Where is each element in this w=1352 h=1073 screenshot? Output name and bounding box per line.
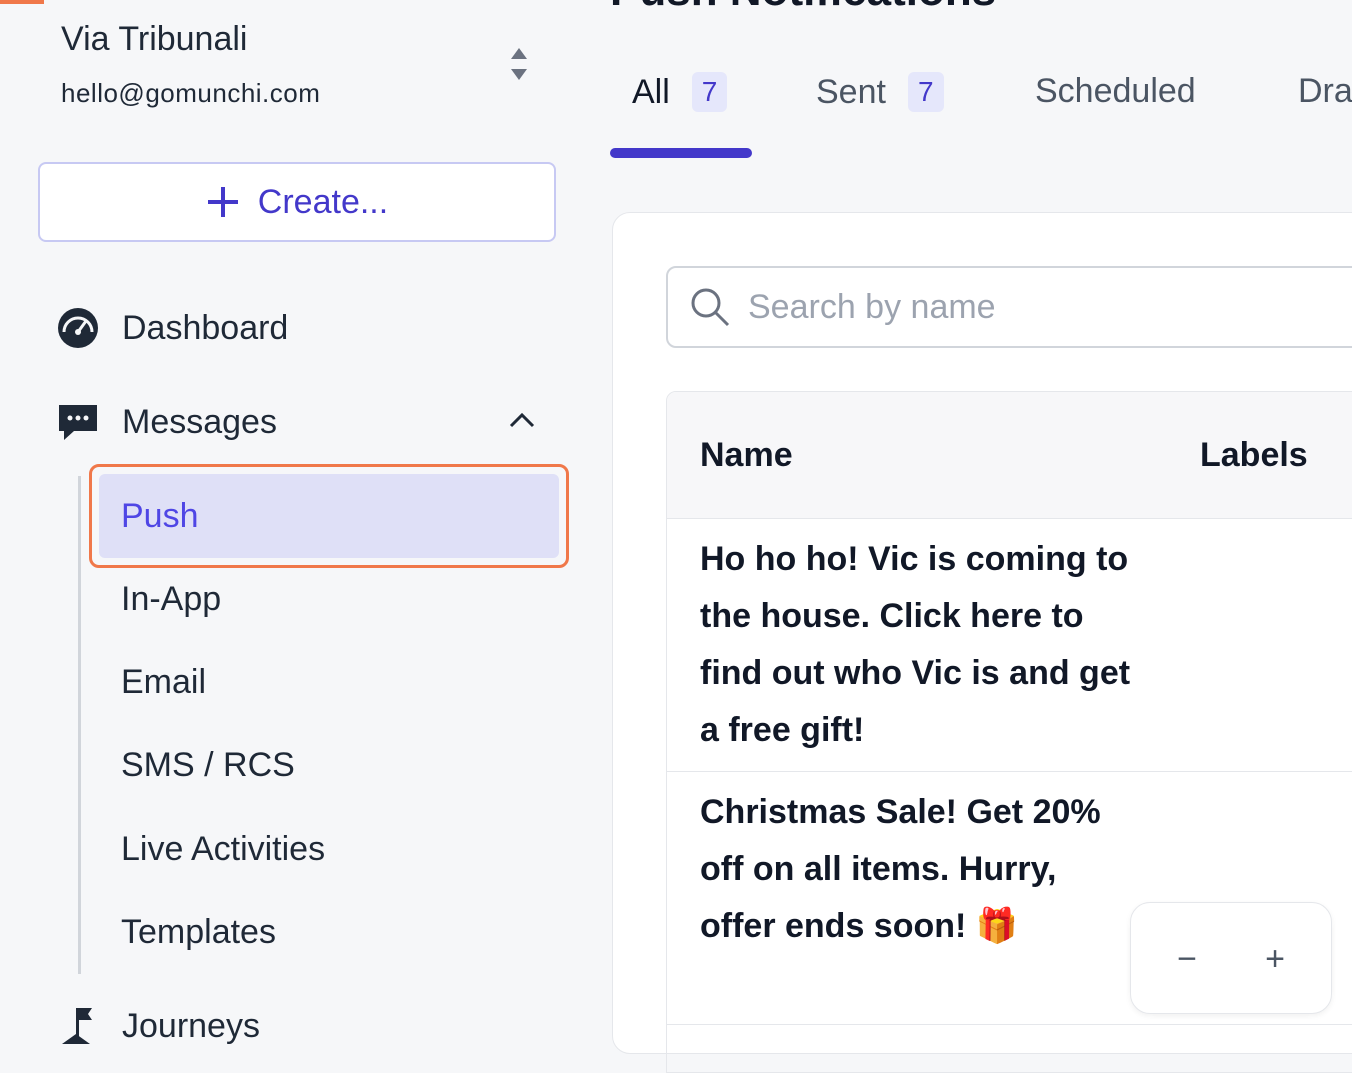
dashboard-gauge-icon <box>58 308 98 348</box>
org-name[interactable]: Via Tribunali <box>61 20 248 59</box>
tab-all[interactable]: All 7 <box>632 72 728 112</box>
chevron-up-icon[interactable] <box>508 410 536 430</box>
submenu-rail <box>78 476 81 974</box>
search-input[interactable] <box>746 286 1310 328</box>
tab-scheduled[interactable]: Scheduled <box>1035 72 1196 111</box>
tab-label: Scheduled <box>1035 72 1196 110</box>
zoom-controls: − + <box>1130 902 1332 1014</box>
sidebar-item-label: Dashboard <box>122 308 289 347</box>
sidebar-item-templates[interactable]: Templates <box>121 913 276 952</box>
row-name-cell[interactable]: Christmas Sale! Get 20% off on all items… <box>700 784 1140 955</box>
row-name-cell[interactable]: Ho ho ho! Vic is coming to the house. Cl… <box>700 531 1140 759</box>
create-button[interactable]: Create... <box>38 162 556 242</box>
zoom-in-button[interactable]: + <box>1255 939 1295 979</box>
tab-label: Dra <box>1298 72 1352 110</box>
org-email: hello@gomunchi.com <box>61 78 321 108</box>
column-header-labels[interactable]: Labels <box>1200 436 1308 475</box>
sidebar-item-email[interactable]: Email <box>121 663 206 702</box>
tab-sent[interactable]: Sent 7 <box>816 72 944 112</box>
main-content: Push Notifications All 7 Sent 7 Schedule… <box>590 0 1352 1073</box>
sidebar-item-live-activities[interactable]: Live Activities <box>121 830 325 869</box>
tab-count-badge: 7 <box>691 72 728 112</box>
tab-bar: All 7 Sent 7 Scheduled Dra <box>610 72 1352 162</box>
table-header: Name Labels <box>667 392 1352 519</box>
zoom-out-button[interactable]: − <box>1167 939 1207 979</box>
plus-icon <box>207 187 238 217</box>
sidebar-item-in-app[interactable]: In-App <box>121 580 221 619</box>
sidebar-item-label: Messages <box>122 402 277 441</box>
tab-label: Sent <box>816 72 886 111</box>
search-box[interactable] <box>666 266 1352 348</box>
sidebar-item-journeys[interactable]: Journeys <box>56 1004 260 1048</box>
sidebar-item-label: Journeys <box>122 1006 260 1045</box>
search-icon <box>691 288 730 327</box>
chat-bubble-icon <box>59 405 97 440</box>
sidebar-item-dashboard[interactable]: Dashboard <box>56 306 288 350</box>
page-title: Push Notifications <box>610 0 996 16</box>
sidebar-item-sms-rcs[interactable]: SMS / RCS <box>121 746 295 785</box>
tab-count-badge: 7 <box>907 72 944 112</box>
journey-flag-icon <box>62 1008 92 1044</box>
column-header-name[interactable]: Name <box>700 436 793 475</box>
active-tab-indicator <box>610 148 752 158</box>
table-row[interactable]: Ho ho ho! Vic is coming to the house. Cl… <box>667 519 1352 772</box>
sidebar-item-push[interactable]: Push <box>99 474 559 558</box>
sidebar-item-messages[interactable]: Messages <box>56 400 277 444</box>
create-button-label: Create... <box>257 182 389 221</box>
sidebar: Via Tribunali hello@gomunchi.com Create.… <box>0 0 590 1045</box>
org-switcher-icon[interactable] <box>508 46 530 82</box>
sidebar-item-label: Push <box>121 496 199 535</box>
tab-label: All <box>632 72 670 111</box>
tab-drafts[interactable]: Dra <box>1298 72 1352 111</box>
